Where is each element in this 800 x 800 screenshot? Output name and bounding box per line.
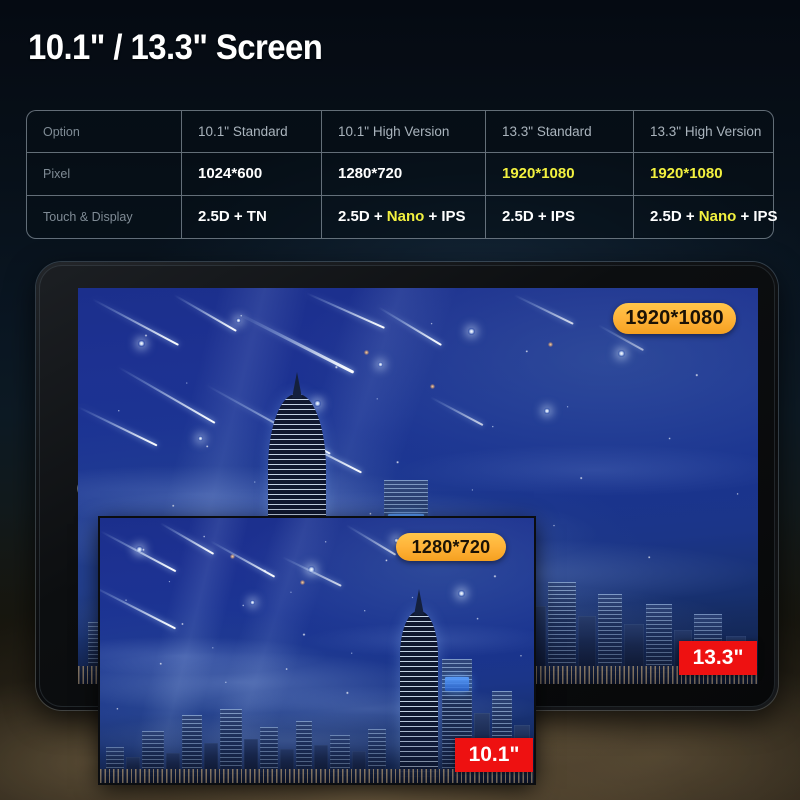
cell-touch-2: 2.5D + Nano + IPS <box>322 196 486 239</box>
cell-touch-1: 2.5D + TN <box>182 196 322 239</box>
spec-table: Option 10.1" Standard 10.1" High Version… <box>26 110 778 239</box>
bright-star <box>458 590 465 597</box>
bright-star <box>618 350 625 357</box>
badge-resolution-1920: 1920*1080 <box>613 303 736 334</box>
bright-star <box>544 408 550 414</box>
touch-value-101-high: 2.5D + Nano + IPS <box>338 208 466 225</box>
cell-pixel-3: 1920*1080 <box>486 153 634 196</box>
bright-star <box>198 436 203 441</box>
row-label-touch-display: Touch & Display <box>26 196 182 239</box>
bright-star <box>378 362 383 367</box>
touch-value-133-high: 2.5D + Nano + IPS <box>650 208 778 225</box>
badge-size-133: 13.3" <box>679 641 757 675</box>
table-row-touch-display: Touch & Display 2.5D + TN 2.5D + Nano + … <box>26 196 778 239</box>
bright-star <box>236 318 241 323</box>
bright-star <box>138 340 145 347</box>
badge-size-101: 10.1" <box>455 738 533 772</box>
badge-resolution-1280: 1280*720 <box>396 533 506 561</box>
cell-pixel-4: 1920*1080 <box>634 153 774 196</box>
table-row-pixel: Pixel 1024*600 1280*720 1920*1080 1920*1… <box>26 153 774 196</box>
table-header-cell-3: 13.3" Standard <box>486 110 634 153</box>
warm-star <box>364 350 369 355</box>
pixel-value-133-high: 1920*1080 <box>650 165 723 182</box>
warm-star <box>548 342 553 347</box>
cell-pixel-1: 1024*600 <box>182 153 322 196</box>
touch-value-101-standard: 2.5D + TN <box>198 208 267 225</box>
cell-pixel-2: 1280*720 <box>322 153 486 196</box>
pixel-value-101-standard: 1024*600 <box>198 165 263 182</box>
header-label-133-standard: 13.3" Standard <box>502 123 592 139</box>
header-label-101-standard: 10.1" Standard <box>198 123 288 139</box>
table-header-cell-4: 13.3" High Version <box>634 110 774 153</box>
tower-spire-icon <box>292 372 302 398</box>
header-label-101-high: 10.1" High Version <box>338 123 450 139</box>
cell-touch-3: 2.5D + IPS <box>486 196 634 239</box>
pixel-value-133-standard: 1920*1080 <box>502 165 575 182</box>
page-title: 10.1" / 13.3" Screen <box>28 28 323 67</box>
table-header-cell-1: 10.1" Standard <box>182 110 322 153</box>
touch-value-133-standard: 2.5D + IPS <box>502 208 575 225</box>
bright-star <box>314 400 321 407</box>
table-header-row: Option 10.1" Standard 10.1" High Version… <box>26 110 774 153</box>
row-label-pixel: Pixel <box>26 153 182 196</box>
table-header-cell-option: Option <box>26 110 182 153</box>
tower-spire-icon <box>414 589 424 615</box>
row-label-text: Pixel <box>43 167 71 181</box>
warm-star <box>300 580 305 585</box>
cell-touch-4: 2.5D + Nano + IPS <box>634 196 778 239</box>
header-label-option: Option <box>43 124 80 139</box>
pixel-value-101-high: 1280*720 <box>338 165 403 182</box>
bright-star <box>468 328 475 335</box>
table-header-cell-2: 10.1" High Version <box>322 110 486 153</box>
tower-sign <box>445 677 469 691</box>
warm-star <box>430 384 435 389</box>
hero-tower <box>400 611 438 783</box>
header-label-133-high: 13.3" High Version <box>650 123 762 139</box>
bright-star <box>250 600 255 605</box>
row-label-text: Touch & Display <box>43 210 133 224</box>
